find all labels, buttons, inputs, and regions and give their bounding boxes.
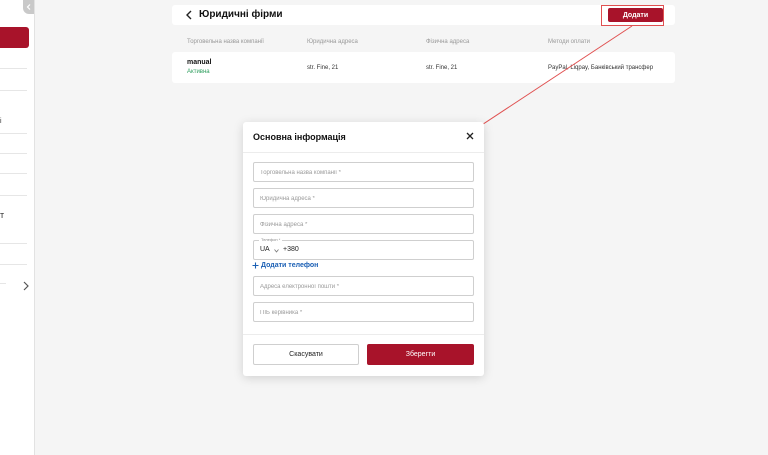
- modal-title: Основна інформація: [253, 132, 346, 142]
- modal-divider: [243, 334, 484, 335]
- phone-input[interactable]: +380: [283, 246, 299, 253]
- physical-address-input[interactable]: [260, 219, 465, 230]
- close-icon[interactable]: [466, 132, 474, 140]
- legal-address-input[interactable]: [260, 193, 465, 204]
- phone-label: Телефон *: [259, 237, 283, 242]
- plus-icon: [252, 262, 259, 269]
- director-name-field[interactable]: [253, 302, 474, 322]
- email-field[interactable]: [253, 276, 474, 296]
- phone-country-select[interactable]: UA: [260, 246, 270, 253]
- company-info-modal: Основна інформація Телефон * UA +380 Дод…: [243, 122, 484, 376]
- trade-name-input[interactable]: [260, 167, 465, 178]
- add-phone-link[interactable]: Додати телефон: [252, 262, 318, 269]
- modal-divider: [243, 152, 484, 153]
- cancel-button[interactable]: Скасувати: [253, 344, 359, 365]
- phone-field[interactable]: Телефон * UA +380: [253, 237, 474, 260]
- trade-name-field[interactable]: [253, 162, 474, 182]
- physical-address-field[interactable]: [253, 214, 474, 234]
- caret-down-icon[interactable]: [274, 249, 279, 253]
- email-input[interactable]: [260, 281, 465, 292]
- add-phone-label: Додати телефон: [261, 262, 319, 269]
- save-button[interactable]: Зберегти: [367, 344, 474, 365]
- director-name-input[interactable]: [260, 307, 465, 318]
- legal-address-field[interactable]: [253, 188, 474, 208]
